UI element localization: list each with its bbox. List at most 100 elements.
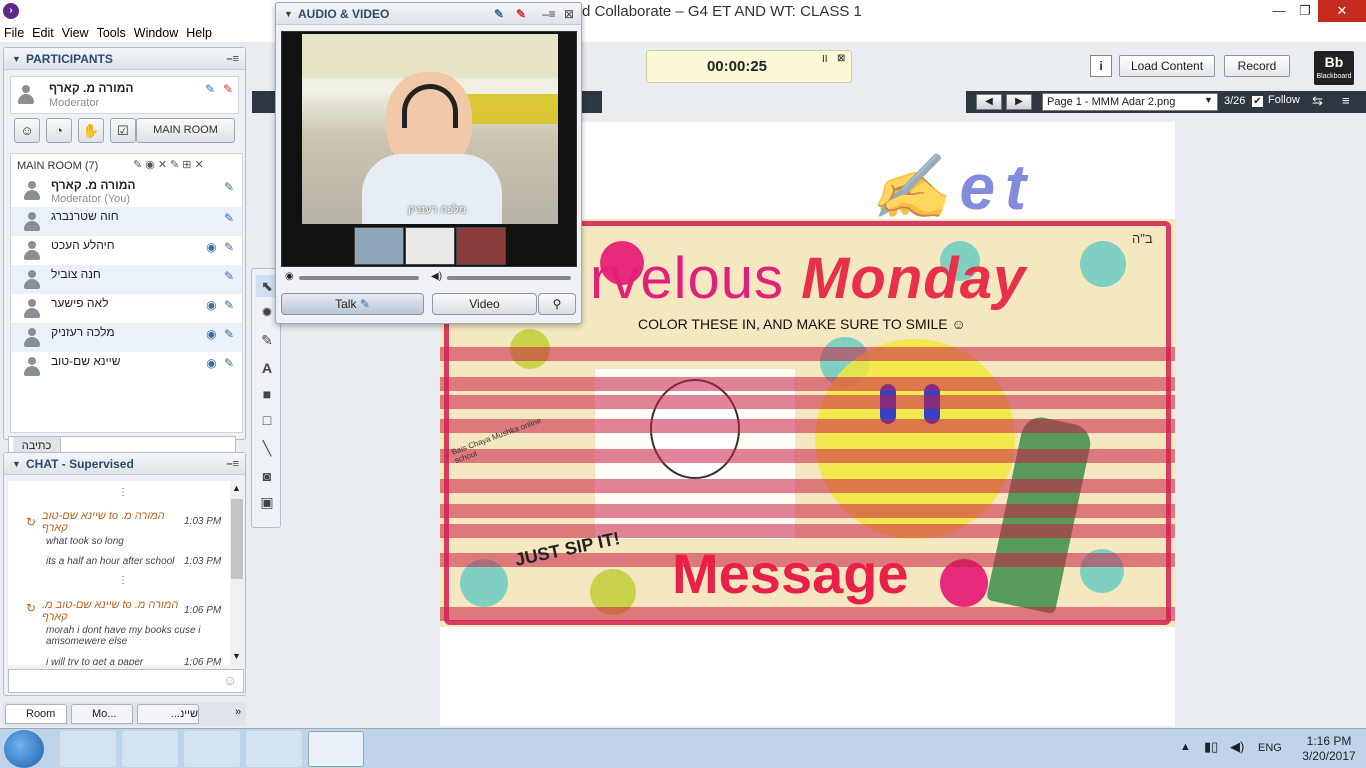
timer-box: 00:00:25 II ⊠ bbox=[646, 50, 852, 83]
room-permission-icons[interactable]: ✎◉✕✎⊞✕ bbox=[133, 158, 207, 171]
scroll-down-icon[interactable]: ▼ bbox=[232, 651, 241, 661]
chat-scrollbar[interactable]: ▲ ▼ bbox=[230, 481, 244, 665]
more-tabs-icon[interactable]: » bbox=[235, 706, 241, 718]
moderator-name: המורה מ. קארף bbox=[49, 81, 134, 95]
scroll-up-icon[interactable]: ▲ bbox=[232, 483, 241, 493]
participant-row[interactable]: חוה שטרנברג ✎ bbox=[11, 207, 242, 236]
collapse-triangle-icon[interactable]: ▼ bbox=[12, 48, 21, 70]
menu-view[interactable]: View bbox=[58, 24, 93, 42]
chevron-down-icon[interactable]: ▼ bbox=[1204, 95, 1213, 105]
rect-tool-icon[interactable]: □ bbox=[256, 409, 278, 431]
window-close-icon[interactable]: ⊠ bbox=[564, 3, 574, 25]
video-thumbnail[interactable] bbox=[354, 227, 404, 265]
mic-volume-slider[interactable] bbox=[299, 276, 419, 280]
participant-row[interactable]: שיינא שם-טוב ◉ ✎ bbox=[11, 352, 242, 381]
internet-explorer-icon[interactable] bbox=[60, 731, 116, 767]
video-settings-icon[interactable]: ✎ bbox=[516, 3, 526, 25]
audio-video-header[interactable]: ▼ AUDIO & VIDEO ✎ ✎ –≡ ⊠ bbox=[276, 3, 581, 25]
chat-message: what took so long bbox=[46, 536, 124, 547]
next-page-icon[interactable]: ▶ bbox=[1006, 94, 1032, 110]
audio-settings-icon[interactable]: ✎ bbox=[494, 3, 504, 25]
step-away-button[interactable]: ◔ bbox=[46, 118, 72, 143]
emoticon-picker-icon[interactable]: ☺ bbox=[223, 672, 237, 688]
collapse-triangle-icon[interactable]: ▼ bbox=[284, 3, 293, 25]
poll-button[interactable]: ☑ bbox=[110, 118, 136, 143]
pencil-tool-icon[interactable]: ✎ bbox=[256, 329, 278, 351]
file-explorer-icon[interactable] bbox=[184, 731, 240, 767]
close-button[interactable]: ✕ bbox=[1318, 0, 1366, 22]
person-icon bbox=[23, 356, 41, 378]
tab-room[interactable]: Room bbox=[5, 704, 67, 724]
panel-menu-icon[interactable]: –≡ bbox=[226, 453, 239, 475]
info-button[interactable]: i bbox=[1090, 55, 1112, 77]
menu-file[interactable]: File bbox=[0, 24, 28, 42]
main-room-button[interactable]: MAIN ROOM bbox=[136, 118, 235, 143]
chat-log[interactable]: ⋮ ↻ המורה מ. to שיינא שם-טוב קארף 1:03 P… bbox=[8, 481, 230, 665]
participant-row[interactable]: המורה מ. קארף Moderator (You) ✎ bbox=[11, 176, 242, 205]
participant-row[interactable]: מלכה רעזניק ◉ ✎ bbox=[11, 323, 242, 352]
participant-row[interactable]: חנה צוביל ✎ bbox=[11, 265, 242, 294]
volume-icon[interactable]: ◀) bbox=[1230, 739, 1244, 755]
tab-moderators[interactable]: Mo... bbox=[71, 704, 133, 724]
menu-edit[interactable]: Edit bbox=[28, 24, 58, 42]
maximize-button[interactable]: ❐ bbox=[1288, 0, 1322, 22]
video-preview-icon[interactable]: ⚲ bbox=[538, 293, 576, 315]
filled-rect-tool-icon[interactable]: ■ bbox=[256, 383, 278, 405]
raise-hand-button[interactable]: ✋ bbox=[78, 118, 104, 143]
person-icon bbox=[23, 298, 41, 320]
video-thumbnail[interactable] bbox=[456, 227, 506, 265]
network-icon[interactable]: ▮▯ bbox=[1204, 739, 1218, 755]
emoticon-button[interactable]: ☺ bbox=[14, 118, 40, 143]
language-indicator[interactable]: ENG bbox=[1258, 742, 1282, 754]
sync-view-icon[interactable]: ⇆ bbox=[1312, 93, 1323, 109]
title-bar: › d Collaborate – G4 ET AND WT: CLASS 1 … bbox=[0, 0, 1366, 24]
chat-compose-input[interactable]: ☺ bbox=[8, 669, 244, 693]
speaker-volume-slider[interactable] bbox=[447, 276, 571, 280]
panel-menu-icon[interactable]: –≡ bbox=[226, 48, 239, 70]
participant-name: חנה צוביל bbox=[51, 267, 101, 281]
m-app-icon[interactable] bbox=[246, 731, 302, 767]
collaborate-task-icon[interactable] bbox=[308, 731, 364, 767]
chat-header[interactable]: ▼ CHAT - Supervised –≡ bbox=[4, 453, 245, 475]
record-button[interactable]: Record bbox=[1224, 55, 1290, 77]
participant-row[interactable]: לאה פישער ◉ ✎ bbox=[11, 294, 242, 323]
menu-tools[interactable]: Tools bbox=[93, 24, 130, 42]
person-icon bbox=[23, 211, 41, 233]
ellipsis-icon: ⋮ bbox=[118, 487, 128, 498]
pause-icon[interactable]: II bbox=[822, 54, 828, 65]
start-button[interactable] bbox=[4, 730, 44, 768]
audio-video-window[interactable]: ▼ AUDIO & VIDEO ✎ ✎ –≡ ⊠ מלכה רעזניק ◉ ◀… bbox=[275, 2, 582, 324]
menu-help[interactable]: Help bbox=[182, 24, 216, 42]
scroll-thumb[interactable] bbox=[231, 499, 243, 579]
moderator-role: Moderator bbox=[49, 97, 100, 109]
panel-menu-icon[interactable]: –≡ bbox=[542, 3, 556, 25]
talk-button[interactable]: Talk ✎ bbox=[281, 293, 424, 315]
video-button[interactable]: Video bbox=[432, 293, 537, 315]
participant-sub: Moderator (You) bbox=[51, 193, 131, 205]
follow-checkbox[interactable]: ✔ bbox=[1252, 96, 1263, 107]
participant-status-icons: ◉ ✎ bbox=[206, 327, 236, 341]
tray-expand-icon[interactable]: ▲ bbox=[1180, 741, 1191, 753]
collapse-triangle-icon[interactable]: ▼ bbox=[12, 453, 21, 475]
line-tool-icon[interactable]: ╲ bbox=[256, 437, 278, 459]
participant-row[interactable]: חיהלע העכט ◉ ✎ bbox=[11, 236, 242, 265]
chat-message: i will try to get a paper bbox=[46, 657, 144, 665]
text-tool-icon[interactable]: A bbox=[256, 357, 278, 379]
timer-close-icon[interactable]: ⊠ bbox=[837, 53, 845, 64]
previous-page-icon[interactable]: ◀ bbox=[976, 94, 1002, 110]
clock[interactable]: 1:16 PM 3/20/2017 bbox=[1298, 734, 1360, 764]
menu-window[interactable]: Window bbox=[130, 24, 182, 42]
chrome-icon[interactable] bbox=[122, 731, 178, 767]
video-thumbnail[interactable] bbox=[405, 227, 455, 265]
panel-menu-icon[interactable]: ≡ bbox=[1342, 93, 1350, 108]
volume-controls: ◉ ◀) bbox=[281, 271, 577, 285]
participants-header[interactable]: ▼ PARTICIPANTS –≡ bbox=[4, 48, 245, 70]
collaborate-app-icon[interactable]: › bbox=[3, 3, 19, 19]
tab-private-chat[interactable]: שיינ... bbox=[137, 704, 199, 724]
participant-status-icons: ◉ ✎ bbox=[206, 356, 236, 370]
screen-capture-icon[interactable]: ◙ bbox=[256, 465, 278, 487]
participant-status-icons: ✎ bbox=[223, 211, 236, 225]
page-select[interactable]: Page 1 - MMM Adar 2.png bbox=[1042, 93, 1218, 111]
load-content-button[interactable]: Load Content bbox=[1119, 55, 1215, 77]
clipart-tool-icon[interactable]: ▣ bbox=[256, 491, 278, 513]
